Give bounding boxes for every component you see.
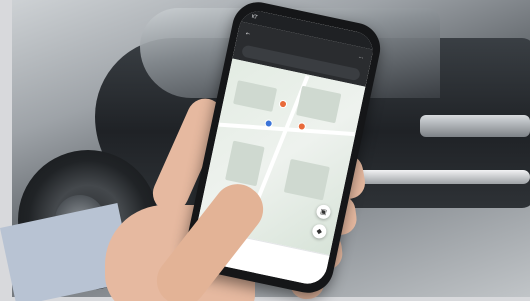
bottom-border (0, 297, 530, 301)
map-block (225, 140, 265, 187)
map-pin-icon[interactable] (278, 99, 288, 109)
map-block (283, 158, 330, 201)
status-right (364, 34, 367, 48)
car-trim (420, 115, 530, 137)
navigate-icon[interactable]: ◆ (311, 223, 328, 240)
back-arrow-icon[interactable]: ← (245, 31, 250, 38)
car-icon[interactable]: ▣ (315, 203, 332, 221)
map-block (296, 85, 342, 124)
status-carrier: KT (250, 13, 258, 21)
map-block (233, 80, 278, 112)
menu-icon[interactable]: ⋯ (358, 55, 364, 62)
photo-scene: KT ← ⋯ ▣ ◆ (0, 0, 530, 301)
